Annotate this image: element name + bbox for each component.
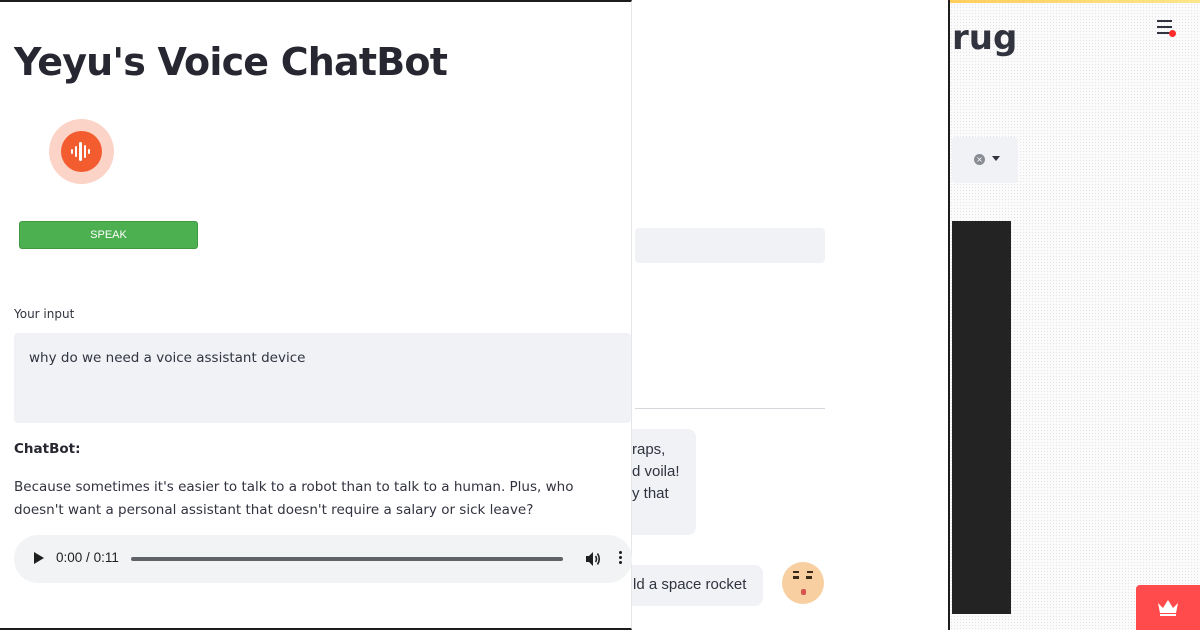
input-label: Your input: [14, 307, 75, 321]
background-input-box: [635, 228, 825, 263]
audio-duration: 0:11: [93, 550, 119, 565]
speak-button[interactable]: SPEAK: [19, 221, 198, 249]
audio-time: 0:00 / 0:11: [56, 550, 119, 565]
background-divider: [635, 408, 825, 409]
user-input-value: why do we need a voice assistant device: [29, 350, 306, 366]
play-icon[interactable]: [34, 552, 44, 564]
dark-image-block: [952, 221, 1011, 614]
clear-icon[interactable]: ×: [974, 154, 985, 165]
audio-time-separator: /: [86, 550, 90, 565]
background-chat-bubble-2: ld a space rocket: [620, 565, 763, 606]
page-title: Yeyu's Voice ChatBot: [14, 40, 448, 84]
chatbot-response: Because sometimes it's easier to talk to…: [14, 479, 574, 518]
volume-icon[interactable]: [584, 550, 602, 568]
bubble-line: raps,: [632, 441, 666, 458]
select-box[interactable]: ×: [952, 137, 1018, 183]
audio-progress-bar[interactable]: [131, 557, 563, 561]
bubble-text: ld a space rocket: [633, 576, 747, 593]
bubble-line: d voila!: [632, 463, 680, 480]
microphone-button[interactable]: [49, 119, 114, 184]
chatbot-label: ChatBot:: [14, 441, 81, 457]
pixel-face-avatar: [782, 562, 824, 604]
notification-dot: [1169, 30, 1176, 37]
hamburger-menu-icon[interactable]: [1157, 20, 1176, 37]
background-chat-panel: [632, 0, 949, 630]
main-app-panel: Yeyu's Voice ChatBot SPEAK Your input wh…: [0, 0, 632, 630]
right-panel-title: rug: [952, 18, 1018, 58]
voice-waveform-icon: [71, 142, 90, 161]
decoration-bar: [950, 0, 1200, 3]
user-input-field[interactable]: why do we need a voice assistant device: [14, 333, 631, 423]
audio-player[interactable]: 0:00 / 0:11: [14, 535, 632, 583]
crown-icon: [1158, 600, 1178, 616]
streamlit-badge[interactable]: [1136, 585, 1200, 630]
chevron-down-icon[interactable]: [992, 156, 1000, 161]
audio-current-time: 0:00: [56, 550, 83, 565]
mic-button-core[interactable]: [61, 131, 102, 172]
bubble-line: y that: [632, 485, 669, 502]
more-options-icon[interactable]: [617, 551, 623, 567]
